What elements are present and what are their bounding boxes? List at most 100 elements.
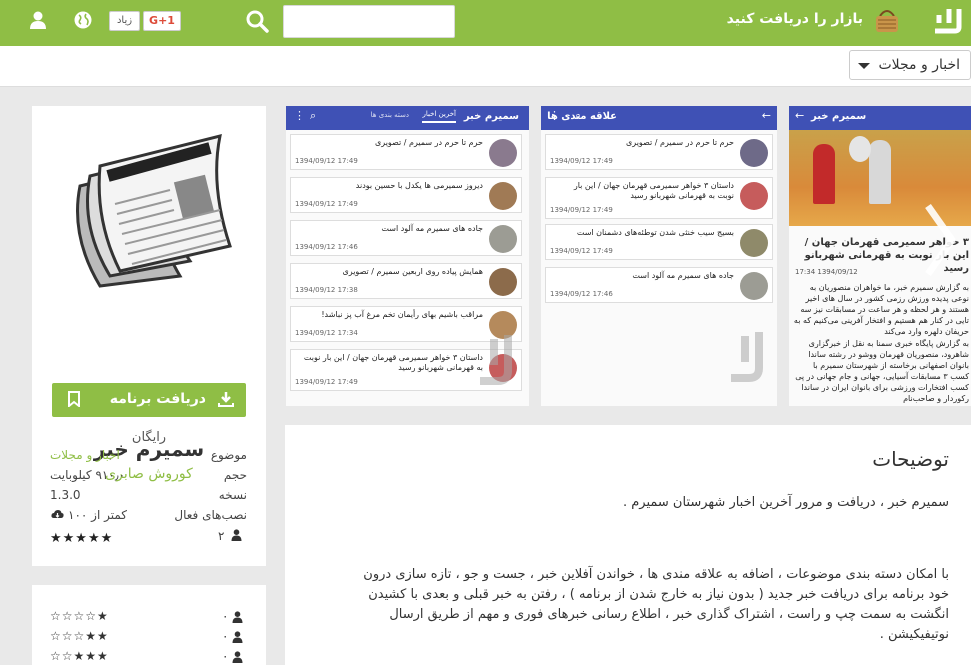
feed-item: داستان ۳ خواهر سمیرمی قهرمان جهان / این … [545,177,773,219]
feed-title: بسیج سیب خنثی شدن توطئه‌های دشمنان است [576,228,734,237]
rating-row: ☆☆★★★ ۰ [32,649,266,665]
feed-thumb [740,272,768,300]
newspaper-icon [76,133,232,288]
top-bar: بازار را دریافت کنید G+1 زیاد [0,0,971,46]
category-dropdown[interactable]: اخبار و مجلات [849,50,971,80]
detail-value-category[interactable]: اخبار و مجلات [50,448,120,462]
bazaar-logo[interactable] [929,5,965,35]
back-arrow-icon: ← [795,109,805,122]
rating-row: ☆☆☆☆★ ۰ [32,609,266,629]
feed-thumb [740,182,768,210]
detail-key-installs: نصب‌های فعال [174,508,247,522]
feed-date: 17:46 1394/09/12 [295,243,358,251]
description-title: توضیحات [872,447,949,471]
feed-item: جاده های سمیرم مه آلود است 17:46 1394/09… [545,267,773,303]
install-button[interactable]: دریافت برنامه [52,383,246,417]
feed-date: 17:46 1394/09/12 [550,290,613,298]
gplus-button[interactable]: G+1 [143,11,181,31]
gplus-count: زیاد [109,11,140,31]
feed-thumb [489,225,517,253]
rating-row-stars: ☆☆☆★★ [50,629,109,643]
feed-thumb [740,229,768,257]
feed-item: دیروز سمیرمی ها یکدل با حسین بودند 17:49… [290,177,522,213]
feed-date: 17:49 1394/09/12 [295,157,358,165]
article-body: به گزارش سمیرم خبر، ما خواهران منصوریان … [793,283,969,336]
screenshots-gallery[interactable]: سمیرم خبر آخرین اخبار دسته بندی ها ⌕ ⋮ ح… [285,106,971,406]
feed-title: دیروز سمیرمی ها یکدل با حسین بودند [355,181,483,190]
screenshot-1-title: سمیرم خبر [463,111,519,122]
get-bazaar-link[interactable]: بازار را دریافت کنید [727,11,863,27]
feed-date: 17:49 1394/09/12 [295,378,358,386]
feed-title: جاده های سمیرم مه آلود است [381,224,483,233]
category-selected: اخبار و مجلات [878,57,960,73]
detail-value-size: ۹۱۰٫۰ کیلوبایت [50,468,126,482]
detail-key-size: حجم [223,468,247,482]
feed-title: حرم تا حرم در سمیرم / تصویری [375,138,483,147]
article-date: 17:34 1394/09/12 [795,268,858,276]
rating-count: ۲ [218,529,225,543]
basket-icon[interactable] [873,6,901,36]
more-menu-icon: ⋮ [294,109,305,122]
search-icon[interactable] [243,7,273,37]
caret-down-icon [858,63,870,69]
rating-row-count: ۰ [222,629,229,643]
screenshot-1-appbar: سمیرم خبر آخرین اخبار دسته بندی ها ⌕ ⋮ [286,106,529,130]
rating-row-stars: ☆☆★★★ [50,649,109,663]
feed-item: همایش پیاده روی اربعین سمیرم / تصویری 17… [290,263,522,299]
user-icon [232,611,243,623]
screenshot-1-tab-categories: دسته بندی ها [370,111,409,119]
feed-title: مراقب باشیم بهای رأیمان تخم مرغ آب پز نب… [321,310,483,319]
rating-row-stars: ☆☆☆☆★ [50,609,109,623]
screenshot-3-appbar: سمیرم خبر ← [789,106,971,130]
detail-key-version: نسخه [218,488,247,502]
feed-title: جاده های سمیرم مه آلود است [632,271,734,280]
description-paragraph-2: با امکان دسته بندی موضوعات ، اضافه به عل… [363,567,949,642]
user-count-icon [231,529,242,541]
feed-date: 17:49 1394/09/12 [295,200,358,208]
user-icon [232,651,243,663]
feed-title: داستان ۳ خواهر سمیرمی قهرمان جهان / این … [573,181,734,200]
screenshot-1-tab-latest: آخرین اخبار [422,110,456,123]
feed-thumb [740,139,768,167]
search-icon: ⌕ [575,109,582,122]
rating-row: ☆☆☆★★ ۰ [32,629,266,649]
rating-stars: ★★★★★ [50,531,114,546]
feed-title: داستان ۳ خواهر سمیرمی قهرمان جهان / این … [303,353,483,372]
feed-date: 17:34 1394/09/12 [295,329,358,337]
feed-date: 17:49 1394/09/12 [550,206,613,214]
feed-item: حرم تا حرم در سمیرم / تصویری 17:49 1394/… [545,134,773,170]
detail-key-category: موضوع [210,448,247,462]
bazaar-watermark-icon [731,332,763,382]
ratings-breakdown-card: ☆☆☆☆★ ۰ ☆☆☆★★ ۰ ☆☆★★★ ۰ [32,585,266,665]
category-bar [0,46,971,87]
feed-date: 17:49 1394/09/12 [550,247,613,255]
feed-thumb [489,139,517,167]
gallery-next-arrow-icon[interactable] [920,200,960,280]
download-icon [218,392,234,407]
globe-icon[interactable] [73,10,93,30]
description-card: توضیحات سمیرم خبر ، دریافت و مرور آخرین … [285,425,971,665]
bookmark-icon[interactable] [68,391,80,407]
feed-item: جاده های سمیرم مه آلود است 17:46 1394/09… [290,220,522,256]
detail-value-installs: کمتر از ۱۰۰ [68,508,127,522]
install-label: دریافت برنامه [109,391,206,407]
search-icon: ⌕ [310,109,317,122]
feed-title: حرم تا حرم در سمیرم / تصویری [626,138,734,147]
rating-row-count: ۰ [222,609,229,623]
detail-value-version: 1.3.0 [50,488,81,502]
feed-date: 17:38 1394/09/12 [295,286,358,294]
feed-item: بسیج سیب خنثی شدن توطئه‌های دشمنان است 1… [545,224,773,260]
screenshot-1[interactable]: سمیرم خبر آخرین اخبار دسته بندی ها ⌕ ⋮ ح… [286,106,529,406]
more-menu-icon: ⋮ [549,109,560,122]
feed-item: حرم تا حرم در سمیرم / تصویری 17:49 1394/… [290,134,522,170]
back-arrow-icon: ← [761,109,771,122]
search-input[interactable] [283,5,455,38]
user-icon [232,631,243,643]
price-label: رایگان [131,430,167,445]
user-icon[interactable] [28,10,48,30]
bazaar-watermark-icon [480,335,512,385]
cloud-download-icon [51,510,64,518]
feed-thumb [489,268,517,296]
screenshot-2[interactable]: علاقه مندی ها ← ⌕ ⋮ حرم تا حرم در سمیرم … [541,106,777,406]
feed-title: همایش پیاده روی اربعین سمیرم / تصویری [342,267,483,276]
